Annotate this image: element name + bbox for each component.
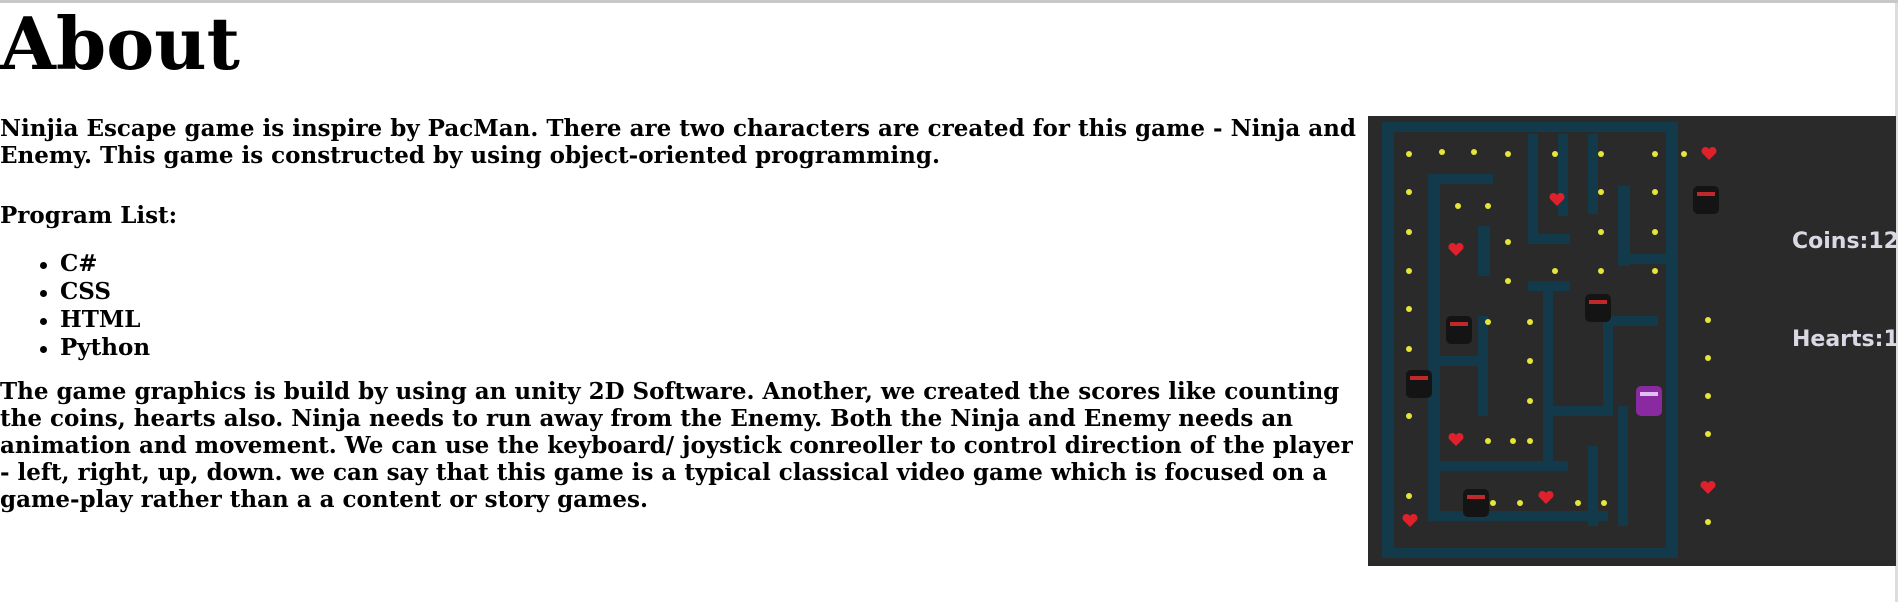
enemy-sprite bbox=[1446, 316, 1472, 344]
program-list-item: C# bbox=[40, 250, 1358, 278]
game-screenshot-svg: Coins:120 Hearts:1 bbox=[1368, 116, 1898, 566]
enemy-sprite bbox=[1693, 186, 1719, 214]
program-list-item: CSS bbox=[40, 278, 1358, 306]
ninja-sprite bbox=[1636, 386, 1662, 416]
hearts-counter: Hearts:1 bbox=[1792, 327, 1896, 352]
program-list-item: HTML bbox=[40, 306, 1358, 334]
coins-counter: Coins:120 bbox=[1792, 229, 1896, 254]
window-top-border bbox=[0, 0, 1898, 3]
enemy-sprite bbox=[1585, 294, 1611, 322]
program-list-heading: Program List: bbox=[0, 202, 178, 229]
page-title: About bbox=[0, 1, 240, 86]
program-list: C# CSS HTML Python bbox=[0, 250, 1358, 362]
game-screenshot-image: Coins:120 Hearts:1 bbox=[1368, 116, 1898, 566]
enemy-sprite bbox=[1463, 489, 1489, 517]
about-text: Ninjia Escape game is inspire by PacMan.… bbox=[0, 115, 1358, 513]
enemy-sprite bbox=[1406, 370, 1432, 398]
description-paragraph: The game graphics is build by using an u… bbox=[0, 378, 1353, 513]
intro-paragraph: Ninjia Escape game is inspire by PacMan.… bbox=[0, 115, 1356, 169]
program-list-item: Python bbox=[40, 334, 1358, 362]
